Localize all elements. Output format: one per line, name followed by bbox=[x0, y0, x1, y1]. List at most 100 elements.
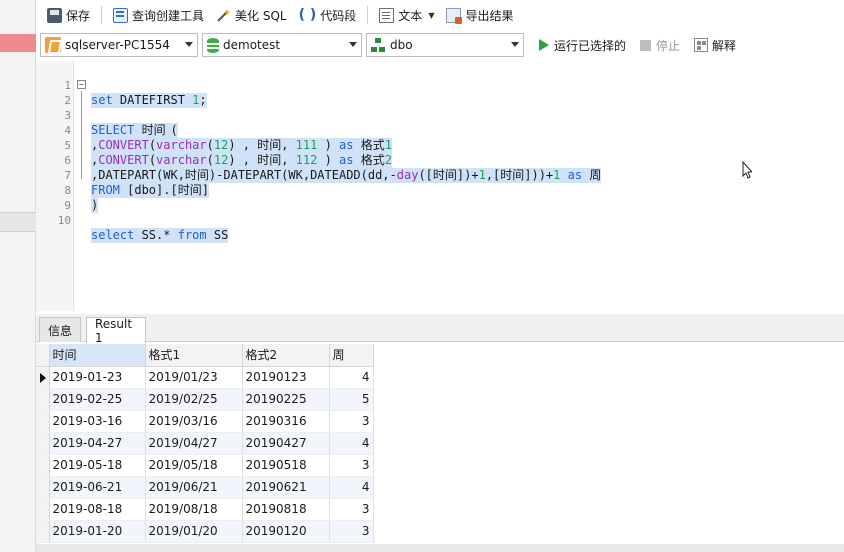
table-cell[interactable]: 20190316 bbox=[242, 410, 330, 433]
table-cell[interactable]: 20190427 bbox=[242, 432, 330, 455]
table-cell[interactable]: 2019-08-18 bbox=[49, 498, 146, 521]
chevron-down-icon bbox=[511, 42, 519, 47]
table-cell[interactable]: 3 bbox=[329, 410, 374, 433]
table-row[interactable]: 2019-06-21 2019/06/21 20190621 4 bbox=[36, 476, 374, 499]
code-line[interactable]: 7 FROM [dbo].[时间] bbox=[36, 153, 844, 198]
stop-icon bbox=[640, 39, 652, 51]
column-header[interactable]: 周 bbox=[329, 344, 374, 367]
table-cell[interactable]: 2019-01-20 bbox=[49, 520, 146, 543]
table-cell[interactable]: 2019/02/25 bbox=[145, 388, 243, 411]
table-cell[interactable]: 2019/08/18 bbox=[145, 498, 243, 521]
code-line[interactable]: 8 ) bbox=[36, 168, 844, 213]
row-selector[interactable] bbox=[36, 454, 50, 477]
sql-editor[interactable]: 1 set DATEFIRST 1; 2 − with SS as ( 3 SE… bbox=[36, 61, 844, 311]
beautify-sql-button[interactable]: 美化 SQL bbox=[211, 5, 292, 26]
table-cell[interactable]: 2019-03-16 bbox=[49, 410, 146, 433]
table-cell[interactable]: 2019/01/20 bbox=[145, 520, 243, 543]
save-label: 保存 bbox=[66, 8, 91, 23]
table-cell[interactable]: 2019/01/23 bbox=[145, 366, 243, 389]
connection-toolbar: sqlserver-PC1554 demotest dbo 运行已选择的 停止 … bbox=[36, 31, 844, 59]
result-table: 时间 格式1 格式2 周 2019-01-23 2019/01/23 20190… bbox=[36, 344, 374, 543]
table-cell[interactable]: 5 bbox=[329, 388, 374, 411]
table-cell[interactable]: 20190225 bbox=[242, 388, 330, 411]
query-builder-button[interactable]: 查询创建工具 bbox=[108, 5, 209, 26]
row-selector[interactable] bbox=[36, 520, 50, 543]
tab-info[interactable]: 信息 bbox=[39, 317, 81, 342]
stop-button[interactable]: 停止 bbox=[635, 37, 685, 54]
schema-select[interactable]: dbo bbox=[366, 33, 524, 57]
table-row[interactable]: 2019-01-20 2019/01/20 20190120 3 bbox=[36, 520, 374, 543]
table-cell[interactable]: 2019-01-23 bbox=[49, 366, 146, 389]
table-cell[interactable]: 2019-06-21 bbox=[49, 476, 146, 499]
left-panel-item[interactable] bbox=[0, 212, 36, 232]
code-line[interactable]: 6 ,DATEPART(WK,时间)-DATEPART(WK,DATEADD(d… bbox=[36, 138, 844, 183]
tab-result-label: Result 1 bbox=[95, 316, 133, 345]
code-snippet-button[interactable]: ( ) 代码段 bbox=[294, 5, 362, 26]
code-snippet-label: 代码段 bbox=[320, 8, 357, 23]
table-cell[interactable]: 4 bbox=[329, 476, 374, 499]
row-selector[interactable] bbox=[36, 366, 50, 389]
table-cell[interactable]: 3 bbox=[329, 498, 374, 521]
table-row[interactable]: 2019-04-27 2019/04/27 20190427 4 bbox=[36, 432, 374, 455]
run-selected-label: 运行已选择的 bbox=[554, 38, 627, 53]
table-row[interactable]: 2019-03-16 2019/03/16 20190316 3 bbox=[36, 410, 374, 433]
left-panel-strip bbox=[0, 0, 36, 552]
column-header[interactable]: 时间 bbox=[49, 344, 146, 367]
code-line[interactable]: 9 bbox=[36, 183, 844, 212]
code-line[interactable]: 5 ,CONVERT(varchar(12) , 时间, 112 ) as 格式… bbox=[36, 123, 844, 168]
table-row[interactable]: 2019-02-25 2019/02/25 20190225 5 bbox=[36, 388, 374, 411]
left-panel-highlight bbox=[0, 34, 36, 52]
toolbar-divider bbox=[367, 6, 369, 24]
explain-button[interactable]: 解释 bbox=[689, 37, 741, 54]
code-line[interactable]: 10 select SS.* from SS bbox=[36, 198, 844, 243]
run-selected-button[interactable]: 运行已选择的 bbox=[534, 37, 631, 54]
table-cell[interactable]: 20190120 bbox=[242, 520, 330, 543]
tab-result-1[interactable]: Result 1 bbox=[86, 316, 146, 345]
chevron-down-icon bbox=[185, 42, 193, 47]
table-cell[interactable]: 2019/05/18 bbox=[145, 454, 243, 477]
table-cell[interactable]: 2019/06/21 bbox=[145, 476, 243, 499]
column-header[interactable]: 格式2 bbox=[242, 344, 330, 367]
code-line[interactable]: 2 − with SS as ( bbox=[36, 78, 844, 138]
save-button[interactable]: 保存 bbox=[42, 5, 95, 26]
table-cell[interactable]: 3 bbox=[329, 520, 374, 543]
row-selector[interactable] bbox=[36, 388, 50, 411]
table-cell[interactable]: 2019-05-18 bbox=[49, 454, 146, 477]
table-row[interactable]: 2019-08-18 2019/08/18 20190818 3 bbox=[36, 498, 374, 521]
chevron-down-icon[interactable]: ▼ bbox=[428, 11, 434, 20]
server-select[interactable]: sqlserver-PC1554 bbox=[40, 33, 198, 57]
table-cell[interactable]: 2019-04-27 bbox=[49, 432, 146, 455]
table-cell[interactable]: 20190818 bbox=[242, 498, 330, 521]
stop-label: 停止 bbox=[656, 38, 681, 53]
text-mode-button[interactable]: 文本 ▼ bbox=[374, 5, 439, 26]
export-result-button[interactable]: 导出结果 bbox=[441, 5, 518, 26]
code-line[interactable]: 3 SELECT 时间 bbox=[36, 93, 844, 138]
database-select[interactable]: demotest bbox=[202, 33, 362, 57]
table-cell[interactable]: 20190518 bbox=[242, 454, 330, 477]
row-selector[interactable] bbox=[36, 498, 50, 521]
collapse-icon[interactable]: − bbox=[77, 80, 86, 89]
row-selector[interactable] bbox=[36, 476, 50, 499]
table-cell[interactable]: 2019/03/16 bbox=[145, 410, 243, 433]
table-row[interactable]: 2019-05-18 2019/05/18 20190518 3 bbox=[36, 454, 374, 477]
column-header[interactable]: 格式1 bbox=[145, 344, 243, 367]
table-cell[interactable]: 4 bbox=[329, 432, 374, 455]
code-line[interactable]: 4 ,CONVERT(varchar(12) , 时间, 111 ) as 格式… bbox=[36, 108, 844, 153]
query-builder-label: 查询创建工具 bbox=[132, 8, 205, 23]
row-selector[interactable] bbox=[36, 432, 50, 455]
database-value: demotest bbox=[223, 38, 281, 52]
text-mode-label: 文本 bbox=[398, 8, 423, 23]
table-cell[interactable]: 2019-02-25 bbox=[49, 388, 146, 411]
table-cell[interactable]: 20190123 bbox=[242, 366, 330, 389]
code-line[interactable]: 1 set DATEFIRST 1; bbox=[36, 63, 844, 108]
table-cell[interactable]: 2019/04/27 bbox=[145, 432, 243, 455]
result-tabs: 信息 Result 1 bbox=[36, 314, 844, 345]
table-row[interactable]: 2019-01-23 2019/01/23 20190123 4 bbox=[36, 366, 374, 389]
table-cell[interactable]: 20190621 bbox=[242, 476, 330, 499]
chevron-down-icon bbox=[349, 42, 357, 47]
toolbar-divider bbox=[101, 6, 103, 24]
grid-status-bar bbox=[36, 544, 844, 552]
table-cell[interactable]: 3 bbox=[329, 454, 374, 477]
row-selector[interactable] bbox=[36, 410, 50, 433]
table-cell[interactable]: 4 bbox=[329, 366, 374, 389]
